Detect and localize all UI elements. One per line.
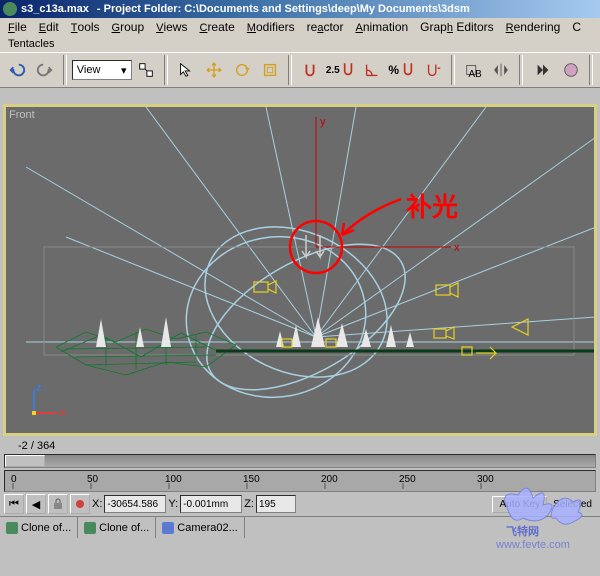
selected-label: Selected (549, 497, 596, 512)
x-coord-input[interactable] (104, 495, 166, 513)
frame-counter: -2 / 364 (0, 438, 600, 454)
goto-start-button[interactable]: ⏮ (4, 494, 24, 514)
svg-text:ABC: ABC (469, 69, 483, 79)
select-scale-button[interactable] (257, 57, 283, 83)
menu-modifiers[interactable]: Modifiers (241, 18, 301, 36)
select-rotate-button[interactable] (229, 57, 255, 83)
select-button[interactable] (173, 57, 199, 83)
menu-edit[interactable]: Edit (33, 18, 65, 36)
prev-frame-button[interactable]: ◀ (26, 494, 46, 514)
scene-axis-y-label: y (320, 116, 326, 128)
key-mode-button[interactable] (70, 494, 90, 514)
menu-animation[interactable]: Animation (349, 18, 414, 36)
snap-2d-button[interactable]: 2.5 (325, 57, 357, 83)
angle-snap-button[interactable] (359, 57, 385, 83)
mirror-button[interactable] (488, 57, 514, 83)
z-coord-input[interactable] (256, 495, 296, 513)
y-coord-input[interactable] (180, 495, 242, 513)
lock-selection-button[interactable] (48, 494, 68, 514)
status-bar: ⏮ ◀ X: Y: Z: Auto Key Selected (0, 492, 600, 516)
app-icon (3, 2, 17, 16)
camera-icon (162, 522, 174, 534)
timeline-area: -2 / 364 0 50 100 150 200 250 300 ⏮ ◀ X:… (0, 438, 600, 538)
svg-text:z: z (36, 382, 42, 394)
scene-content: y x (6, 107, 597, 436)
percent-snap-button[interactable]: % (387, 57, 419, 83)
y-label: Y: (168, 498, 178, 510)
menu-rendering[interactable]: Rendering (500, 18, 567, 36)
scene-axis-x-label: x (454, 242, 460, 254)
named-selection-button[interactable]: ABC (460, 57, 486, 83)
reference-coord-dropdown[interactable]: View (72, 60, 132, 80)
spinner-snap-button[interactable] (421, 57, 447, 83)
time-ruler[interactable]: 0 50 100 150 200 250 300 (4, 470, 596, 492)
z-label: Z: (244, 498, 254, 510)
autokey-button[interactable]: Auto Key (492, 496, 547, 513)
geometry-icon (84, 522, 96, 534)
menu-group[interactable]: Group (106, 18, 151, 36)
time-slider[interactable] (4, 454, 596, 468)
select-move-button[interactable] (201, 57, 227, 83)
main-toolbar: View 2.5 % ABC (0, 52, 600, 88)
tab-clone-1[interactable]: Clone of... (0, 517, 78, 538)
material-editor-button[interactable] (558, 57, 584, 83)
menu-create[interactable]: Create (193, 18, 240, 36)
viewport-front[interactable]: Front (3, 104, 597, 436)
axis-gizmo: z x (26, 381, 66, 421)
geometry-icon (6, 522, 18, 534)
menu-reactor[interactable]: reactor (301, 18, 350, 36)
scene-tabs: Clone of... Clone of... Camera02... (0, 516, 600, 538)
menu-bar-2[interactable]: Tentacles (0, 36, 600, 52)
menu-tentacles[interactable]: Tentacles (8, 38, 54, 50)
time-slider-thumb[interactable] (5, 455, 45, 467)
title-path: - Project Folder: C:\Documents and Setti… (97, 3, 470, 15)
svg-text:x: x (60, 407, 66, 419)
title-filename: s3_c13a.max (21, 3, 89, 15)
x-label: X: (92, 498, 102, 510)
menu-customize[interactable]: C (566, 18, 587, 36)
menu-file[interactable]: File (2, 18, 33, 36)
menu-graph[interactable]: Graph Editors (414, 18, 500, 36)
menu-views[interactable]: Views (150, 18, 193, 36)
snap-toggle-button[interactable] (297, 57, 323, 83)
undo-button[interactable] (4, 57, 30, 83)
redo-button[interactable] (32, 57, 58, 83)
svg-text:www.fevte.com: www.fevte.com (495, 539, 570, 550)
select-link-button[interactable] (134, 57, 160, 83)
tab-clone-2[interactable]: Clone of... (78, 517, 156, 538)
tab-camera[interactable]: Camera02... (156, 517, 245, 538)
menu-bar[interactable]: File Edit Tools Group Views Create Modif… (0, 18, 600, 36)
menu-tools[interactable]: Tools (65, 18, 106, 36)
play-forward-button[interactable] (530, 57, 556, 83)
title-bar: s3_c13a.max - Project Folder: C:\Documen… (0, 0, 600, 18)
